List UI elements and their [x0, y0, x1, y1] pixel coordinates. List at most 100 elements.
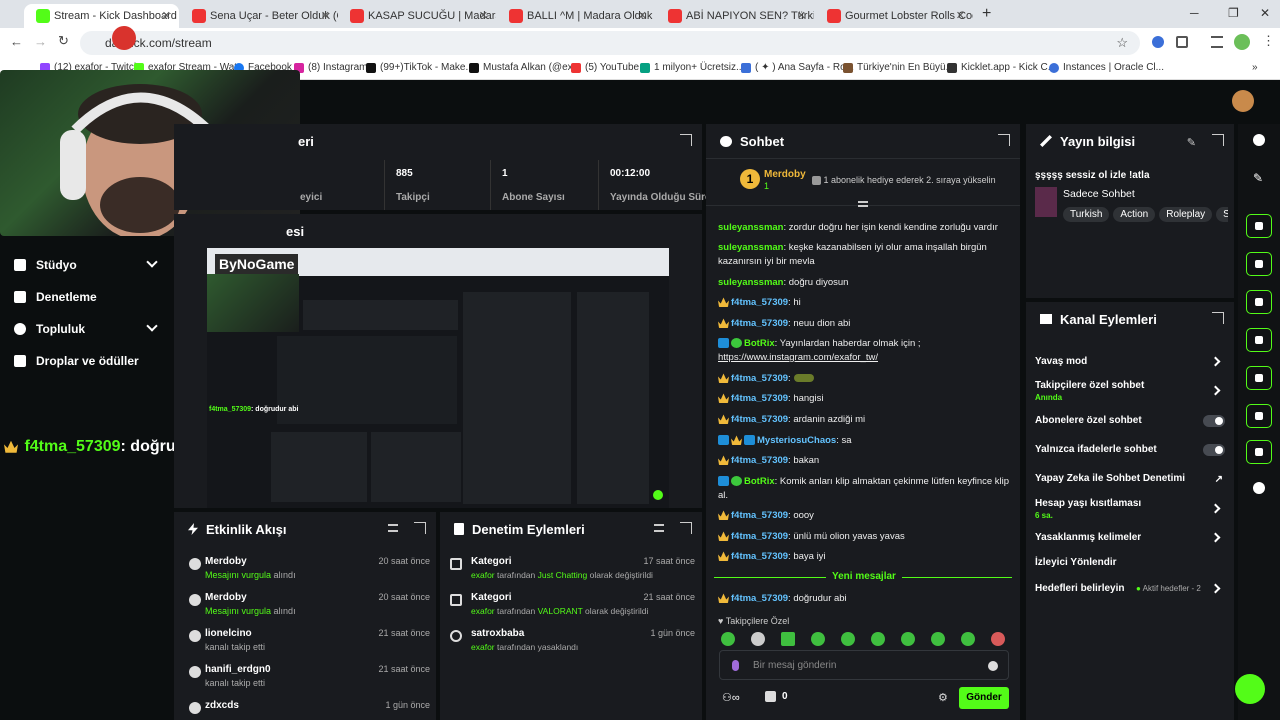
- heart-icon: ♥: [718, 616, 724, 626]
- bookmark-item[interactable]: Türkiye'nin En Büyü...: [843, 62, 954, 73]
- points-icon[interactable]: [1253, 482, 1265, 494]
- chat-settings-icon[interactable]: ⚙: [938, 691, 948, 704]
- bookmark-item[interactable]: (99+)TikTok - Make...: [366, 62, 474, 73]
- close-tab-icon[interactable]: ✕: [321, 9, 330, 22]
- close-window-button[interactable]: ✕: [1260, 6, 1270, 20]
- banned-words-row[interactable]: Yasaklanmış kelimeler: [1035, 532, 1225, 543]
- emote-button[interactable]: [931, 632, 945, 646]
- tab-youtube-4[interactable]: ABİ NAPIYON SEN? Türkiye'de ✕: [656, 4, 814, 28]
- chat-link[interactable]: https://www.instagram.com/exafor_tw/: [718, 352, 878, 363]
- emote-button[interactable]: [721, 632, 735, 646]
- activity-item: Merdoby 20 saat önce Mesajını vurgula al…: [189, 592, 430, 628]
- minimize-window-button[interactable]: ─: [1190, 6, 1199, 20]
- quick-action-button[interactable]: [1246, 440, 1272, 464]
- quick-action-button[interactable]: [1246, 290, 1272, 314]
- edit-icon[interactable]: ✎: [1187, 136, 1196, 149]
- subscribers-only-row[interactable]: Abonelere özel sohbet: [1035, 415, 1225, 427]
- ai-moderation-row[interactable]: Yapay Zeka ile Sohbet Denetimi ↗: [1035, 473, 1225, 485]
- filter-icon[interactable]: [388, 524, 398, 532]
- emoji-icon[interactable]: [988, 661, 998, 671]
- expand-icon[interactable]: [858, 201, 868, 207]
- subscribers-only-toggle[interactable]: [1203, 415, 1225, 427]
- emote-only-row[interactable]: Yalnızca ifadelerle sohbet: [1035, 444, 1225, 456]
- bookmark-item[interactable]: (8) Instagram: [294, 62, 367, 73]
- bookmark-star-icon[interactable]: ☆: [1116, 31, 1128, 55]
- reading-list-icon[interactable]: [1211, 36, 1223, 48]
- emote-button[interactable]: [781, 632, 795, 646]
- channel-points-icon[interactable]: ⚇∞: [722, 691, 740, 704]
- emote-button[interactable]: [901, 632, 915, 646]
- emote-button[interactable]: [871, 632, 885, 646]
- back-icon[interactable]: ←: [10, 34, 23, 49]
- bookmark-item[interactable]: Mustafa Alkan (@ex...: [469, 62, 581, 73]
- reload-icon[interactable]: ↻: [58, 33, 69, 49]
- info-icon[interactable]: [1253, 134, 1265, 146]
- tag-pill[interactable]: Roleplay: [1159, 207, 1213, 222]
- tag-pill[interactable]: Turkish: [1063, 207, 1110, 222]
- close-tab-icon[interactable]: ✕: [638, 9, 647, 22]
- bookmark-item[interactable]: Instances | Oracle Cl...: [1049, 62, 1164, 73]
- user-avatar[interactable]: [1232, 90, 1254, 112]
- tag-pill[interactable]: Action: [1113, 207, 1156, 222]
- popout-icon[interactable]: [998, 134, 1010, 146]
- bookmark-item[interactable]: (5) YouTube: [571, 62, 639, 73]
- quick-action-button[interactable]: [1246, 252, 1272, 276]
- bookmarks-overflow-icon[interactable]: »: [1252, 62, 1258, 73]
- quick-action-button[interactable]: [1246, 366, 1272, 390]
- filter-icon[interactable]: [654, 524, 664, 532]
- close-tab-icon[interactable]: ✕: [797, 9, 806, 22]
- tab-youtube-5[interactable]: Gourmet Lobster Rolls Cooked ✕: [815, 4, 973, 28]
- popout-icon[interactable]: [680, 522, 692, 534]
- forward-icon[interactable]: →: [34, 34, 47, 49]
- close-tab-icon[interactable]: ✕: [479, 9, 488, 22]
- extension-icon[interactable]: [1152, 36, 1164, 48]
- followers-only-row[interactable]: Takipçilere özel sohbet Anında: [1035, 380, 1225, 402]
- quick-action-button[interactable]: [1246, 404, 1272, 428]
- emote-button[interactable]: [811, 632, 825, 646]
- emote-button[interactable]: [961, 632, 975, 646]
- gift-icon: [189, 594, 201, 606]
- popout-icon[interactable]: [1212, 312, 1224, 324]
- emote-button[interactable]: [751, 632, 765, 646]
- maximize-window-button[interactable]: ❐: [1228, 6, 1239, 20]
- bookmark-item[interactable]: 1 milyon+ Ücretsiz...: [640, 62, 744, 73]
- close-tab-icon[interactable]: ✕: [162, 9, 171, 22]
- popout-icon[interactable]: [414, 522, 426, 534]
- sidebar-item-moderation[interactable]: Denetleme: [14, 290, 97, 304]
- close-tab-icon[interactable]: ✕: [956, 9, 965, 22]
- sidebar-item-community[interactable]: Topluluk: [14, 320, 158, 336]
- quick-action-button[interactable]: [1246, 328, 1272, 352]
- send-button[interactable]: Gönder: [959, 687, 1009, 709]
- tab-kick-dashboard[interactable]: Stream - Kick Dashboard ✕: [24, 4, 179, 28]
- menu-icon[interactable]: ⋮: [1262, 33, 1275, 49]
- raid-row[interactable]: İzleyici Yönlendir: [1035, 557, 1225, 568]
- chat-input[interactable]: Bir mesaj gönderin: [719, 650, 1009, 680]
- emote-button[interactable]: [991, 632, 1005, 646]
- bookmark-item[interactable]: Kicklet.app - Kick C...: [947, 62, 1056, 73]
- emote-only-toggle[interactable]: [1203, 444, 1225, 456]
- goals-row[interactable]: Hedefleri belirleyin ● Aktif hedefler - …: [1035, 583, 1225, 594]
- stream-preview-video[interactable]: ByNoGame f4tma_57309: doğrudur abi: [207, 248, 669, 508]
- support-button[interactable]: [1235, 674, 1265, 704]
- microphone-icon[interactable]: [732, 660, 739, 671]
- edit-pencil-icon[interactable]: ✎: [1253, 171, 1263, 185]
- tab-youtube-1[interactable]: Sena Uçar - Beter Olduk (O ✕: [180, 4, 338, 28]
- bookmark-item[interactable]: ( ✦ ) Ana Sayfa - Ro...: [741, 62, 854, 73]
- tag-pill[interactable]: Sh: [1216, 207, 1228, 222]
- sidebar-item-studio[interactable]: Stüdyo: [14, 256, 158, 272]
- popout-icon[interactable]: [680, 134, 692, 146]
- chat-message: BotRix: Komik anları klip almaktan çekin…: [718, 476, 1009, 487]
- puzzle-icon[interactable]: [1176, 36, 1188, 48]
- tab-youtube-3[interactable]: BALLI ^M | Madara Olduk #689 ✕: [497, 4, 655, 28]
- emote-button[interactable]: [841, 632, 855, 646]
- tab-youtube-2[interactable]: KASAP SUCUĞU | Madara Oldu ✕: [338, 4, 496, 28]
- sidebar-item-drops[interactable]: Droplar ve ödüller: [14, 354, 139, 368]
- address-bar[interactable]: da .kick.com/stream ☆: [80, 31, 1140, 55]
- quick-action-button[interactable]: [1246, 214, 1272, 238]
- account-age-row[interactable]: Hesap yaşı kısıtlaması 6 sa.: [1035, 498, 1225, 520]
- profile-avatar[interactable]: [1234, 34, 1250, 50]
- new-tab-button[interactable]: +: [982, 5, 991, 23]
- popout-icon[interactable]: [1212, 134, 1224, 146]
- gift-icon[interactable]: [765, 691, 776, 702]
- slow-mode-row[interactable]: Yavaş mod: [1035, 356, 1225, 367]
